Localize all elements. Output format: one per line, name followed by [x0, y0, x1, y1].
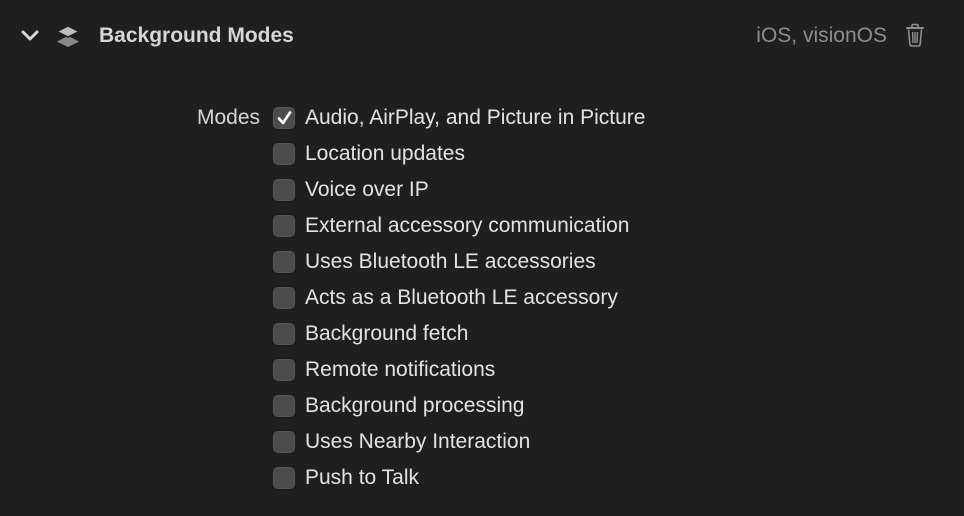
mode-checkbox[interactable] — [273, 107, 295, 129]
mode-checkbox[interactable] — [273, 323, 295, 345]
mode-label: Voice over IP — [305, 178, 429, 201]
mode-item[interactable]: Acts as a Bluetooth LE accessory — [273, 280, 645, 316]
background-modes-panel: Background Modes iOS, visionOS Modes Aud… — [0, 0, 964, 516]
mode-label: Audio, AirPlay, and Picture in Picture — [305, 106, 646, 129]
mode-item[interactable]: Push to Talk — [273, 460, 645, 496]
modes-label: Modes — [196, 106, 260, 129]
mode-item[interactable]: Remote notifications — [273, 352, 645, 388]
mode-checkbox[interactable] — [273, 179, 295, 201]
capability-title: Background Modes — [99, 24, 294, 47]
mode-checkbox[interactable] — [273, 359, 295, 381]
mode-item[interactable]: Audio, AirPlay, and Picture in Picture — [273, 100, 645, 136]
trash-icon[interactable] — [903, 22, 927, 48]
mode-item[interactable]: Uses Bluetooth LE accessories — [273, 244, 645, 280]
mode-label: Remote notifications — [305, 358, 496, 381]
mode-checkbox[interactable] — [273, 431, 295, 453]
chevron-down-icon[interactable] — [19, 26, 41, 46]
mode-item[interactable]: Uses Nearby Interaction — [273, 424, 645, 460]
modes-list: Audio, AirPlay, and Picture in Picture L… — [273, 100, 645, 496]
capability-header: Background Modes iOS, visionOS — [0, 0, 964, 72]
mode-checkbox[interactable] — [273, 467, 295, 489]
mode-checkbox[interactable] — [273, 251, 295, 273]
mode-item[interactable]: Background fetch — [273, 316, 645, 352]
mode-label: Background fetch — [305, 322, 469, 345]
mode-checkbox[interactable] — [273, 395, 295, 417]
mode-label: Uses Bluetooth LE accessories — [305, 250, 596, 273]
mode-checkbox[interactable] — [273, 143, 295, 165]
mode-item[interactable]: Voice over IP — [273, 172, 645, 208]
mode-item[interactable]: External accessory communication — [273, 208, 645, 244]
checkmark-icon — [277, 111, 292, 125]
mode-label: Acts as a Bluetooth LE accessory — [305, 286, 618, 309]
mode-label: External accessory communication — [305, 214, 630, 237]
platforms-label: iOS, visionOS — [756, 24, 887, 47]
mode-label: Uses Nearby Interaction — [305, 430, 531, 453]
mode-item[interactable]: Location updates — [273, 136, 645, 172]
mode-label: Background processing — [305, 394, 525, 417]
mode-item[interactable]: Background processing — [273, 388, 645, 424]
mode-checkbox[interactable] — [273, 215, 295, 237]
layers-icon — [54, 23, 82, 51]
mode-label: Location updates — [305, 142, 465, 165]
mode-checkbox[interactable] — [273, 287, 295, 309]
mode-label: Push to Talk — [305, 466, 420, 489]
